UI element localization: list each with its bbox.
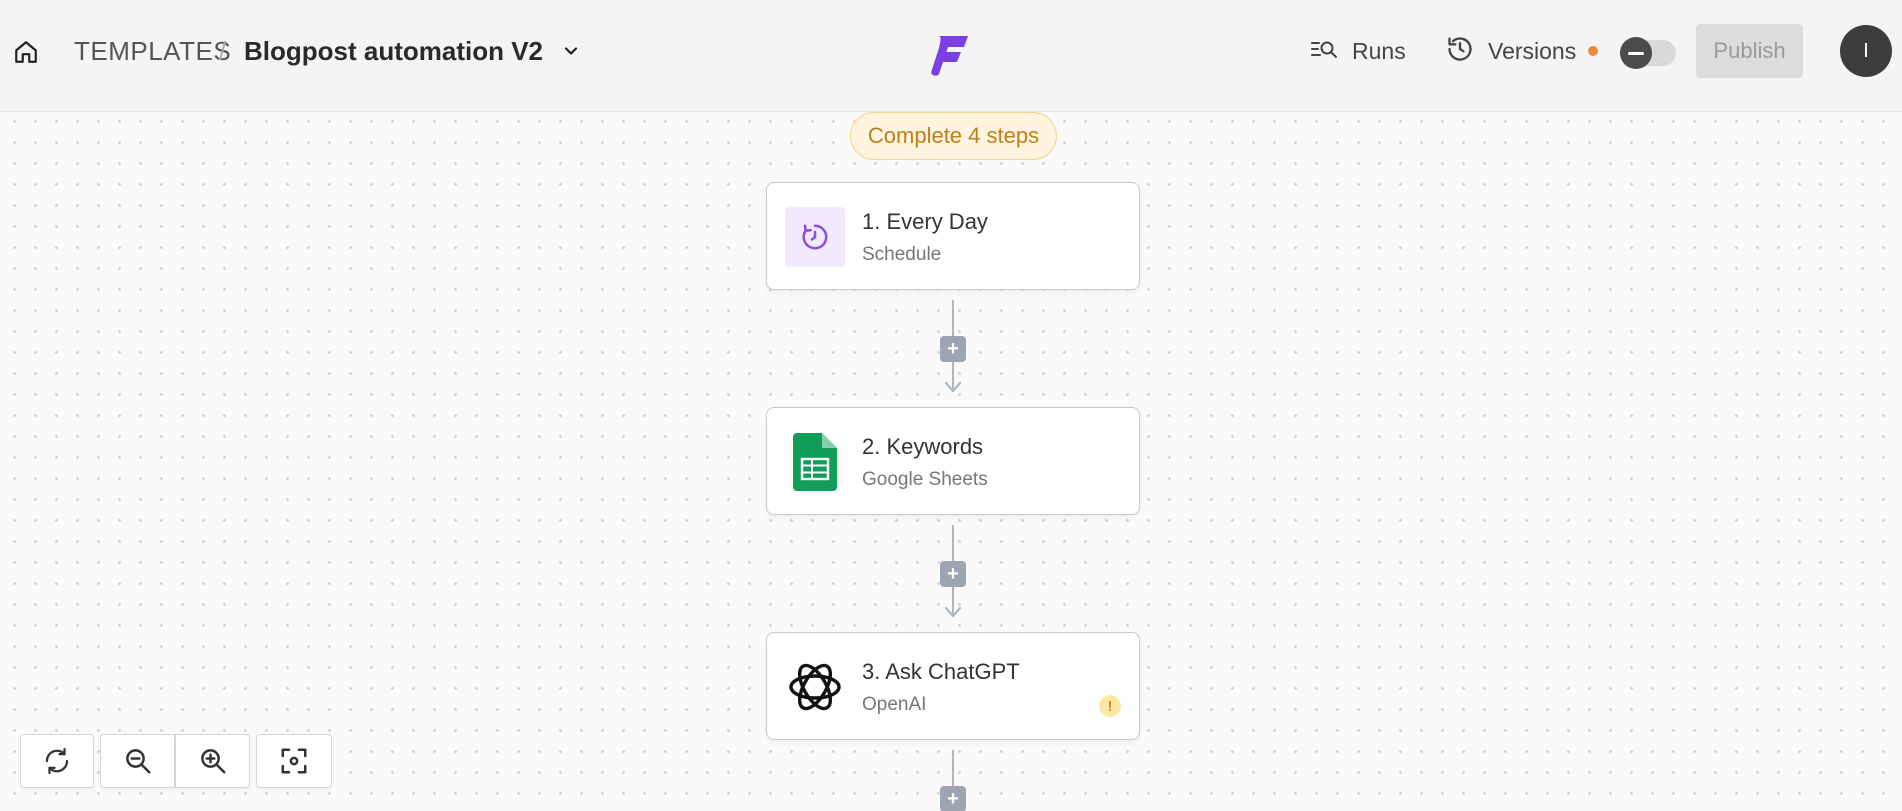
flow-title[interactable]: Blogpost automation V2 xyxy=(244,36,543,67)
top-bar: TEMPLATES / Blogpost automation V2 Runs … xyxy=(0,0,1902,112)
arrow-down-icon xyxy=(944,606,962,618)
versions-button[interactable]: Versions xyxy=(1446,33,1599,69)
status-badge[interactable]: Complete 4 steps xyxy=(850,112,1057,160)
step-connector: + xyxy=(929,525,977,623)
chevron-down-icon[interactable] xyxy=(558,38,584,64)
schedule-clock-icon xyxy=(785,207,845,267)
step-subtitle: OpenAI xyxy=(862,694,927,715)
home-icon[interactable] xyxy=(12,38,40,66)
refresh-icon[interactable] xyxy=(20,734,94,788)
breadcrumb-templates[interactable]: TEMPLATES xyxy=(74,36,231,67)
zoom-in-icon[interactable] xyxy=(175,734,250,788)
step-connector: + xyxy=(929,750,977,811)
toggle-knob xyxy=(1620,37,1652,69)
google-sheets-icon xyxy=(785,432,845,492)
step-card-ask-chatgpt[interactable]: 3. Ask ChatGPT OpenAI ! xyxy=(766,632,1140,740)
openai-icon xyxy=(785,657,845,717)
step-card-every-day[interactable]: 1. Every Day Schedule xyxy=(766,182,1140,290)
fit-view-icon[interactable] xyxy=(256,734,332,788)
publish-button[interactable]: Publish xyxy=(1696,24,1803,78)
brand-logo[interactable] xyxy=(928,32,972,78)
runs-button[interactable]: Runs xyxy=(1310,33,1406,69)
versions-indicator-dot xyxy=(1588,46,1599,56)
step-connector: + xyxy=(929,300,977,398)
history-icon xyxy=(1446,35,1474,68)
step-subtitle: Google Sheets xyxy=(862,469,988,490)
arrow-down-icon xyxy=(944,381,962,393)
runs-search-icon xyxy=(1310,37,1338,66)
enable-toggle[interactable] xyxy=(1620,37,1676,69)
add-step-button[interactable]: + xyxy=(940,561,966,587)
step-title: 1. Every Day xyxy=(862,209,988,234)
step-title: 3. Ask ChatGPT xyxy=(862,659,1020,684)
warning-icon[interactable]: ! xyxy=(1099,695,1121,717)
add-step-button[interactable]: + xyxy=(940,336,966,362)
runs-label: Runs xyxy=(1352,37,1406,64)
step-subtitle: Schedule xyxy=(862,244,942,265)
add-step-button[interactable]: + xyxy=(940,786,966,811)
step-card-keywords[interactable]: 2. Keywords Google Sheets xyxy=(766,407,1140,515)
versions-label: Versions xyxy=(1488,37,1577,64)
user-avatar[interactable]: I xyxy=(1840,25,1892,77)
zoom-out-icon[interactable] xyxy=(100,734,175,788)
step-title: 2. Keywords xyxy=(862,434,984,459)
breadcrumb-separator: / xyxy=(219,36,227,66)
